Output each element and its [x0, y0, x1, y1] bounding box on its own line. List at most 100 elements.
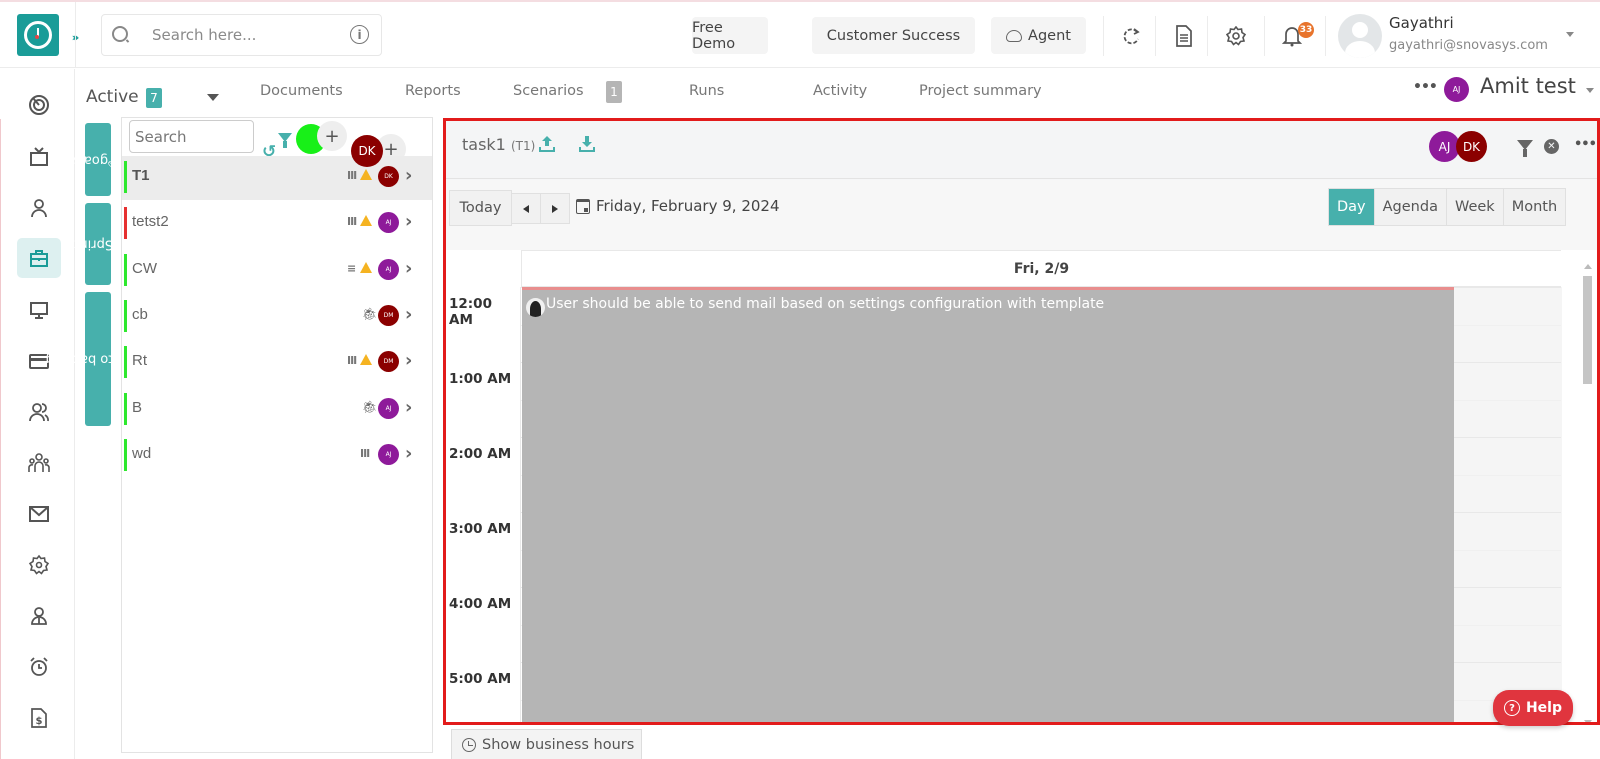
member-avatar-dk[interactable]: DK [1456, 131, 1487, 162]
go-to-backlog-tab[interactable]: Go to backlog ↑ [45, 292, 151, 426]
task-name: cb [132, 305, 148, 323]
invoice-icon: $ [31, 708, 47, 728]
view-agenda-button[interactable]: Agenda [1374, 189, 1447, 225]
task-list-panel: ↺ + DK + T1IIIDK›tetst2IIIAJ›CW≡AJ›cb🐞︎D… [121, 117, 433, 753]
previous-button[interactable] [511, 193, 541, 224]
chevron-right-icon[interactable]: › [405, 211, 412, 232]
hour-label: 3:00 AM [449, 521, 512, 537]
download-icon[interactable] [579, 135, 595, 153]
refresh-icon[interactable] [1120, 24, 1144, 48]
priority-icon: III [347, 354, 357, 368]
task-list-item[interactable]: T1 III DK › [122, 156, 432, 200]
bug-icon: 🐞︎ [362, 306, 378, 321]
assignee-chip[interactable]: DK [351, 135, 383, 167]
agent-button[interactable]: Agent [991, 17, 1086, 54]
nav-dashboard[interactable] [17, 85, 61, 125]
more-options-icon[interactable]: ••• [1413, 79, 1438, 95]
expand-sidebar-icon[interactable]: ››› [62, 24, 86, 50]
next-button[interactable] [540, 193, 570, 224]
sprints-tab[interactable]: Sprints 📌︎ [68, 203, 128, 285]
active-dropdown-caret-icon[interactable] [207, 94, 219, 101]
status-bar [124, 207, 127, 240]
task-name: B [132, 398, 143, 416]
document-icon[interactable] [1172, 24, 1196, 48]
more-options-icon[interactable]: ••• [1574, 137, 1597, 152]
app-logo[interactable] [17, 14, 59, 56]
view-day-button[interactable]: Day [1329, 189, 1375, 225]
vertical-scrollbar[interactable] [1582, 262, 1594, 722]
nav-mail[interactable] [17, 494, 61, 534]
divider [75, 2, 76, 68]
bug-icon: 🐞︎ [362, 399, 378, 414]
tab-activity[interactable]: Activity [813, 83, 867, 99]
team-icon [28, 453, 50, 472]
tab-scenarios[interactable]: Scenarios [513, 83, 584, 99]
task-list-item[interactable]: wd III AJ › [122, 434, 432, 478]
upload-icon[interactable] [539, 135, 555, 153]
task-search-input[interactable] [129, 120, 254, 153]
chevron-right-icon[interactable]: › [405, 443, 412, 464]
scrollbar-thumb[interactable] [1583, 276, 1592, 384]
settings-icon[interactable] [1224, 24, 1248, 48]
nav-projects[interactable] [17, 238, 61, 278]
project-subtabs: Active 7 Documents Reports Scenarios 1 R… [76, 69, 1600, 117]
today-button[interactable]: Today [449, 190, 512, 226]
nav-invoices[interactable]: $ [17, 698, 61, 738]
active-filter-label[interactable]: Active [86, 87, 139, 107]
task-list-item[interactable]: Rt III DM › [122, 341, 432, 385]
chevron-right-icon[interactable]: › [405, 350, 412, 371]
tab-documents[interactable]: Documents [260, 83, 343, 99]
clock-icon [24, 21, 52, 49]
free-demo-button[interactable]: Free Demo [692, 17, 768, 54]
customer-success-button[interactable]: Customer Success [812, 17, 975, 54]
calendar-event[interactable]: User should be able to send mail based o… [522, 287, 1454, 722]
hour-label: 5:00 AM [449, 671, 512, 687]
task-list-item[interactable]: B 🐞︎ AJ › [122, 388, 432, 432]
nav-team[interactable] [17, 443, 61, 483]
view-month-button[interactable]: Month [1503, 189, 1566, 225]
project-dropdown-caret-icon[interactable] [1586, 88, 1594, 93]
task-list-item[interactable]: CW ≡ AJ › [122, 249, 432, 293]
nav-settings[interactable] [17, 545, 61, 585]
help-button[interactable]: ? Help [1493, 690, 1573, 726]
chevron-right-icon[interactable]: › [405, 165, 412, 186]
close-icon[interactable]: ✕ [1544, 139, 1559, 154]
scroll-up-icon[interactable] [1584, 264, 1592, 269]
nav-monitor[interactable] [17, 290, 61, 330]
event-assignee-avatar [526, 298, 545, 317]
priority-icon: III [347, 215, 357, 229]
user-avatar[interactable] [1338, 14, 1382, 58]
view-week-button[interactable]: Week [1446, 189, 1504, 225]
show-business-hours-button[interactable]: Show business hours [451, 729, 642, 759]
global-search-input[interactable] [152, 24, 332, 46]
monitor-icon [30, 302, 48, 319]
task-name: Rt [132, 352, 147, 370]
hour-label: 4:00 AM [449, 596, 512, 612]
mail-icon [29, 506, 49, 522]
task-list-item[interactable]: cb 🐞︎ DM › [122, 295, 432, 339]
hour-label: 12:00 AM [449, 296, 492, 328]
tab-runs[interactable]: Runs [689, 83, 724, 99]
scroll-down-icon[interactable] [1584, 720, 1592, 722]
add-filter-button[interactable]: + [317, 121, 347, 151]
priority-icon: III [347, 169, 357, 182]
project-name[interactable]: Amit test [1480, 74, 1576, 98]
info-icon[interactable]: i [350, 25, 369, 44]
tab-reports[interactable]: Reports [405, 83, 461, 99]
nav-profile[interactable] [17, 596, 61, 636]
chevron-right-icon[interactable]: › [405, 258, 412, 279]
divider [1325, 16, 1326, 56]
chevron-right-icon[interactable]: › [405, 397, 412, 418]
user-menu-caret-icon[interactable] [1566, 32, 1574, 37]
filter-icon[interactable] [278, 133, 292, 148]
task-list-item[interactable]: tetst2 III AJ › [122, 202, 432, 246]
tab-project-summary[interactable]: Project summary [919, 83, 1042, 99]
nav-timesheet[interactable] [17, 647, 61, 687]
nav-users[interactable] [17, 392, 61, 432]
goals-tab[interactable]: goals 📌︎ [73, 123, 123, 196]
help-label: Help [1525, 700, 1563, 716]
filter-icon[interactable] [1517, 140, 1533, 157]
nav-tv[interactable] [17, 137, 61, 177]
chevron-right-icon[interactable]: › [405, 304, 412, 325]
nav-user[interactable] [17, 188, 61, 228]
